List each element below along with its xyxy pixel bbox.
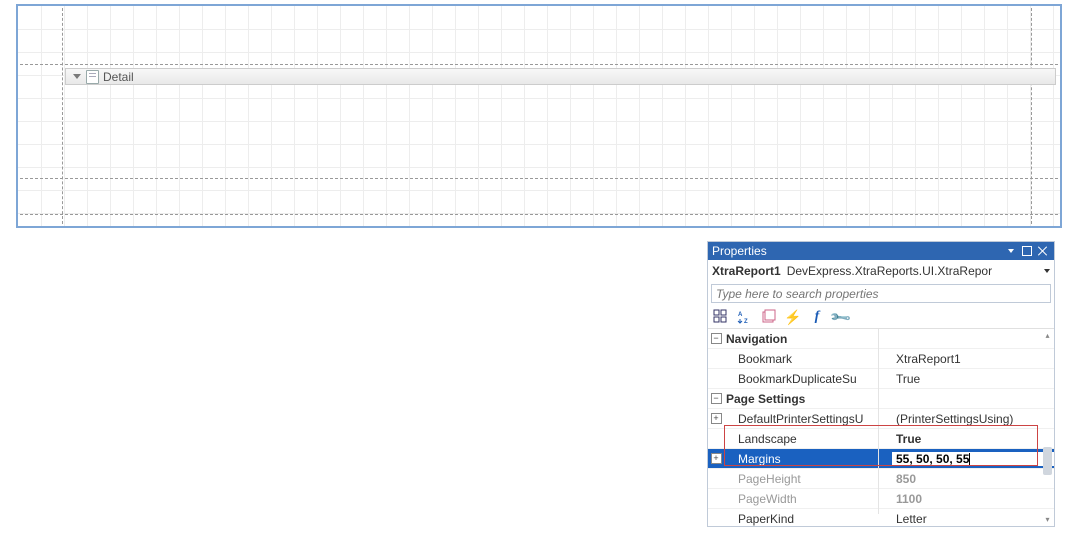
property-name: PageWidth bbox=[724, 492, 892, 506]
property-row[interactable]: BookmarkXtraReport1 bbox=[708, 349, 1054, 369]
property-value[interactable]: Letter bbox=[892, 512, 1054, 526]
panel-close-button[interactable] bbox=[1036, 244, 1050, 258]
band-top-line bbox=[20, 64, 1058, 65]
object-dropdown-icon[interactable] bbox=[1044, 269, 1050, 273]
property-row[interactable]: PageWidth1100 bbox=[708, 489, 1054, 509]
selected-object-row[interactable]: XtraReport1 DevExpress.XtraReports.UI.Xt… bbox=[708, 260, 1054, 281]
report-designer-surface[interactable]: Detail bbox=[16, 4, 1062, 228]
property-name: PageHeight bbox=[724, 472, 892, 486]
maximize-icon bbox=[1022, 246, 1032, 256]
search-row bbox=[708, 281, 1054, 306]
right-margin-line[interactable] bbox=[1031, 8, 1032, 224]
object-name: XtraReport1 bbox=[712, 264, 781, 278]
chevron-down-icon bbox=[1008, 249, 1014, 253]
expand-toggle[interactable]: + bbox=[708, 453, 724, 464]
events-button[interactable]: ⚡ bbox=[784, 308, 802, 326]
lightning-icon: ⚡ bbox=[784, 309, 801, 326]
object-type: DevExpress.XtraReports.UI.XtraRepor bbox=[787, 264, 1042, 278]
settings-button[interactable]: 🔧 bbox=[832, 308, 850, 326]
minus-icon: − bbox=[711, 333, 722, 344]
left-margin-line[interactable] bbox=[62, 8, 63, 224]
property-value[interactable]: 850 bbox=[892, 472, 1054, 486]
band-collapse-caret-icon[interactable] bbox=[73, 74, 81, 79]
property-row[interactable]: BookmarkDuplicateSuTrue bbox=[708, 369, 1054, 389]
category-name: Page Settings bbox=[724, 392, 880, 406]
plus-icon: + bbox=[711, 453, 722, 464]
svg-text:Z: Z bbox=[744, 319, 748, 325]
root: Detail Properties XtraReport1 DevExpress… bbox=[0, 0, 1074, 533]
properties-titlebar[interactable]: Properties bbox=[708, 242, 1054, 260]
alphabetical-button[interactable]: AZ bbox=[736, 308, 754, 326]
search-input[interactable] bbox=[711, 284, 1051, 303]
properties-toolbar: AZ ⚡ f 🔧 bbox=[708, 306, 1054, 328]
scroll-up-icon[interactable]: ▴ bbox=[1043, 331, 1052, 340]
plus-icon: + bbox=[711, 413, 722, 424]
property-value[interactable]: XtraReport1 bbox=[892, 352, 1054, 366]
panel-menu-button[interactable] bbox=[1004, 244, 1018, 258]
detail-band-header[interactable]: Detail bbox=[65, 68, 1056, 85]
property-name: BookmarkDuplicateSu bbox=[724, 372, 892, 386]
category-row[interactable]: −Page Settings bbox=[708, 389, 1054, 409]
svg-text:A: A bbox=[738, 312, 743, 318]
expand-toggle[interactable]: + bbox=[708, 413, 724, 424]
expressions-button[interactable]: f bbox=[808, 308, 826, 326]
fx-icon: f bbox=[815, 309, 820, 325]
property-row[interactable]: PaperKindLetter bbox=[708, 509, 1054, 526]
property-name: Bookmark bbox=[724, 352, 892, 366]
expand-toggle[interactable]: − bbox=[708, 393, 724, 404]
minus-icon: − bbox=[711, 393, 722, 404]
properties-panel: Properties XtraReport1 DevExpress.XtraRe… bbox=[707, 241, 1055, 527]
grid-splitter[interactable] bbox=[878, 329, 879, 514]
scrollbar-thumb[interactable] bbox=[1043, 447, 1052, 475]
close-icon bbox=[1038, 246, 1048, 256]
alphabetical-icon: AZ bbox=[737, 309, 753, 325]
property-row[interactable]: PageHeight850 bbox=[708, 469, 1054, 489]
panel-maximize-button[interactable] bbox=[1020, 244, 1034, 258]
properties-title-text: Properties bbox=[712, 244, 1002, 258]
category-name: Navigation bbox=[724, 332, 880, 346]
wrench-icon: 🔧 bbox=[829, 305, 853, 329]
bottom-margin-line bbox=[20, 214, 1058, 215]
property-pages-icon bbox=[761, 309, 777, 325]
property-grid[interactable]: −NavigationBookmarkXtraReport1BookmarkDu… bbox=[708, 328, 1054, 526]
property-value[interactable]: (PrinterSettingsUsing) bbox=[892, 412, 1054, 426]
property-value[interactable]: 1100 bbox=[892, 492, 1054, 506]
category-row[interactable]: −Navigation bbox=[708, 329, 1054, 349]
property-name: DefaultPrinterSettingsU bbox=[724, 412, 892, 426]
scroll-down-icon[interactable]: ▾ bbox=[1043, 515, 1052, 524]
categorized-button[interactable] bbox=[712, 308, 730, 326]
property-pages-button[interactable] bbox=[760, 308, 778, 326]
scrollbar-track[interactable]: ▴ ▾ bbox=[1043, 331, 1052, 524]
property-value[interactable]: True bbox=[892, 372, 1054, 386]
band-document-icon bbox=[86, 70, 99, 84]
highlight-box bbox=[724, 425, 1038, 466]
categorized-icon bbox=[713, 309, 729, 325]
band-label: Detail bbox=[103, 70, 134, 84]
band-bottom-line bbox=[20, 178, 1058, 179]
expand-toggle[interactable]: − bbox=[708, 333, 724, 344]
property-name: PaperKind bbox=[724, 512, 892, 526]
